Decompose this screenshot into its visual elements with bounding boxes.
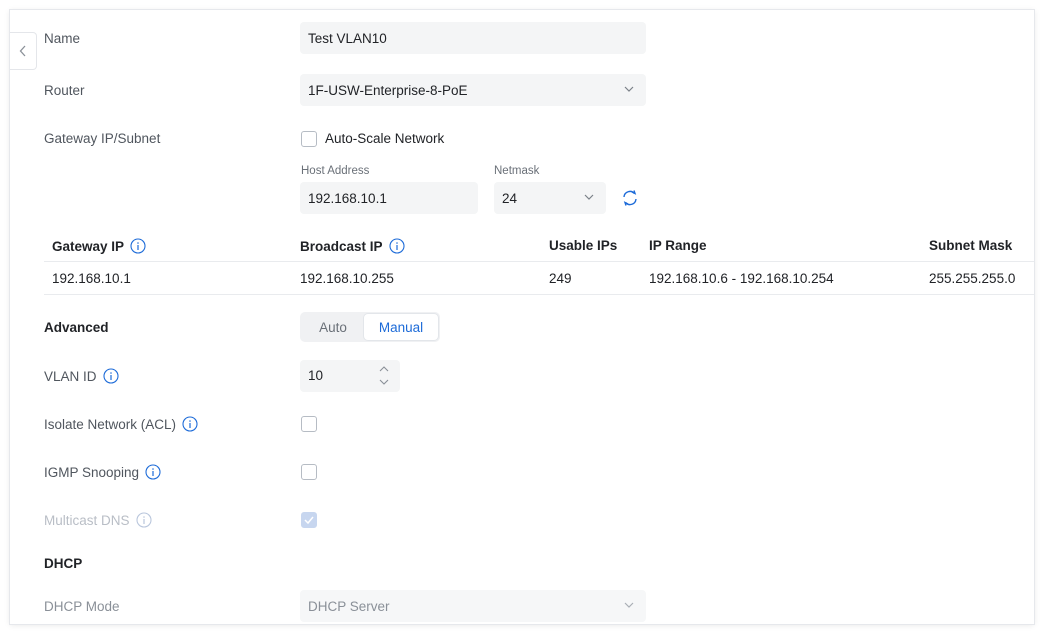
advanced-manual-option[interactable]: Manual bbox=[364, 314, 438, 340]
host-address-value: 192.168.10.1 bbox=[308, 190, 387, 206]
isolate-network-label: Isolate Network (ACL) bbox=[44, 416, 198, 432]
multicast-dns-label: Multicast DNS bbox=[44, 512, 152, 528]
isolate-network-label-text: Isolate Network (ACL) bbox=[44, 416, 177, 432]
router-select[interactable]: 1F-USW-Enterprise-8-PoE bbox=[300, 74, 646, 106]
isolate-network-checkbox[interactable] bbox=[301, 416, 317, 432]
chevron-down-icon bbox=[624, 86, 634, 92]
info-icon[interactable] bbox=[102, 368, 119, 384]
igmp-snooping-label: IGMP Snooping bbox=[44, 464, 161, 480]
table-cell-subnet-mask: 255.255.255.0 bbox=[929, 271, 1016, 286]
table-header-gateway-ip: Gateway IP bbox=[52, 238, 146, 254]
dhcp-mode-select[interactable]: DHCP Server bbox=[300, 590, 646, 622]
chevron-up-icon bbox=[379, 366, 389, 372]
increment-button[interactable] bbox=[378, 364, 390, 374]
vlan-id-label-text: VLAN ID bbox=[44, 368, 97, 384]
gateway-ip-header-text: Gateway IP bbox=[52, 238, 125, 254]
dhcp-mode-value: DHCP Server bbox=[308, 598, 390, 614]
advanced-auto-option[interactable]: Auto bbox=[302, 314, 364, 340]
info-icon[interactable] bbox=[388, 238, 405, 254]
table-cell-gateway-ip: 192.168.10.1 bbox=[52, 271, 131, 286]
igmp-snooping-checkbox[interactable] bbox=[301, 464, 317, 480]
table-header-broadcast-ip: Broadcast IP bbox=[300, 238, 405, 254]
router-label: Router bbox=[44, 83, 85, 98]
netmask-select[interactable]: 24 bbox=[494, 182, 606, 214]
chevron-down-icon bbox=[584, 194, 594, 200]
broadcast-ip-header-text: Broadcast IP bbox=[300, 238, 383, 254]
vlan-id-stepper[interactable]: 10 bbox=[300, 360, 400, 392]
advanced-toggle: Auto Manual bbox=[300, 312, 440, 342]
auto-scale-checkbox[interactable] bbox=[301, 131, 317, 147]
decrement-button[interactable] bbox=[378, 377, 390, 387]
dhcp-section-label: DHCP bbox=[44, 556, 83, 571]
table-header-subnet-mask: Subnet Mask bbox=[929, 238, 1013, 253]
router-select-value: 1F-USW-Enterprise-8-PoE bbox=[308, 82, 468, 98]
info-icon[interactable] bbox=[145, 464, 161, 480]
name-label: Name bbox=[44, 31, 81, 46]
advanced-label: Advanced bbox=[44, 320, 109, 335]
name-input-value: Test VLAN10 bbox=[308, 30, 387, 46]
chevron-left-icon bbox=[19, 45, 26, 57]
multicast-dns-checkbox bbox=[301, 512, 317, 528]
refresh-icon bbox=[623, 190, 637, 206]
table-cell-usable-ips: 249 bbox=[549, 271, 572, 286]
table-divider bbox=[44, 294, 1034, 295]
table-cell-broadcast-ip: 192.168.10.255 bbox=[300, 271, 394, 286]
back-button[interactable] bbox=[10, 32, 37, 70]
igmp-snooping-label-text: IGMP Snooping bbox=[44, 464, 140, 480]
table-divider bbox=[44, 261, 1034, 262]
table-header-ip-range: IP Range bbox=[649, 238, 707, 253]
info-icon[interactable] bbox=[182, 416, 198, 432]
gateway-label: Gateway IP/Subnet bbox=[44, 131, 161, 146]
checkmark-icon bbox=[304, 516, 314, 524]
host-address-input[interactable]: 192.168.10.1 bbox=[300, 182, 478, 214]
refresh-button[interactable] bbox=[620, 188, 640, 208]
name-input[interactable]: Test VLAN10 bbox=[300, 22, 646, 54]
host-address-label: Host Address bbox=[301, 165, 370, 177]
info-icon[interactable] bbox=[130, 238, 146, 254]
dhcp-mode-label: DHCP Mode bbox=[44, 599, 120, 614]
table-cell-ip-range: 192.168.10.6 - 192.168.10.254 bbox=[649, 271, 834, 286]
vlan-id-value: 10 bbox=[308, 368, 324, 383]
chevron-down-icon bbox=[624, 602, 634, 608]
table-header-usable-ips: Usable IPs bbox=[549, 238, 618, 253]
vlan-id-label: VLAN ID bbox=[44, 368, 119, 384]
netmask-label: Netmask bbox=[494, 165, 540, 177]
info-icon bbox=[135, 512, 152, 528]
network-settings-panel: Name Test VLAN10 Router 1F-USW-Enterpris… bbox=[10, 10, 1034, 624]
netmask-value: 24 bbox=[502, 190, 518, 206]
chevron-down-icon bbox=[379, 379, 389, 385]
multicast-dns-label-text: Multicast DNS bbox=[44, 512, 130, 528]
auto-scale-label: Auto-Scale Network bbox=[325, 131, 445, 146]
